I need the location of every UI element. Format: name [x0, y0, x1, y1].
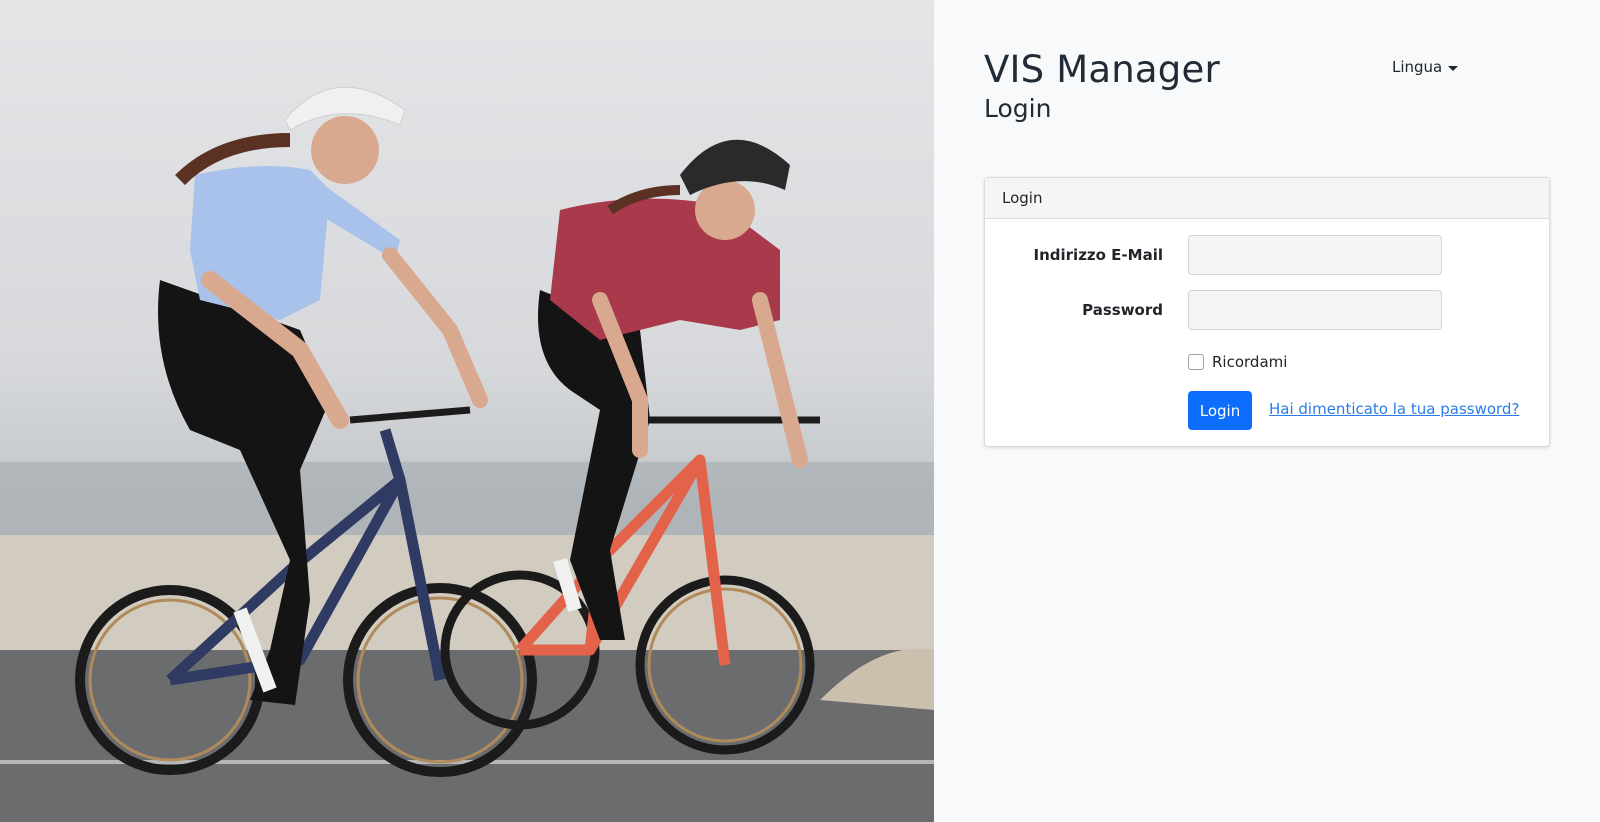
password-row: Password [985, 290, 1549, 330]
password-input[interactable] [1188, 290, 1442, 330]
forgot-password-link[interactable]: Hai dimenticato la tua password? [1269, 400, 1519, 418]
cyclists-illustration [0, 86, 934, 822]
hero-photo [0, 0, 934, 822]
email-row: Indirizzo E-Mail [985, 235, 1549, 275]
login-content: VIS Manager Login Lingua Login Indirizzo… [934, 0, 1600, 822]
remember-checkbox[interactable] [1188, 354, 1204, 370]
app-title: VIS Manager [984, 48, 1220, 91]
language-dropdown-label: Lingua [1392, 58, 1443, 76]
login-card: Login Indirizzo E-Mail Password Ricordam… [984, 177, 1550, 447]
remember-label: Ricordami [1212, 353, 1288, 371]
language-dropdown[interactable]: Lingua [1392, 58, 1459, 76]
email-input[interactable] [1188, 235, 1442, 275]
login-button[interactable]: Login [1188, 391, 1252, 430]
caret-down-icon [1448, 65, 1459, 71]
password-label: Password [1082, 301, 1163, 319]
page-subtitle: Login [984, 94, 1052, 123]
login-card-header: Login [985, 178, 1549, 219]
remember-me[interactable]: Ricordami [1188, 353, 1287, 371]
email-label: Indirizzo E-Mail [1033, 246, 1163, 264]
